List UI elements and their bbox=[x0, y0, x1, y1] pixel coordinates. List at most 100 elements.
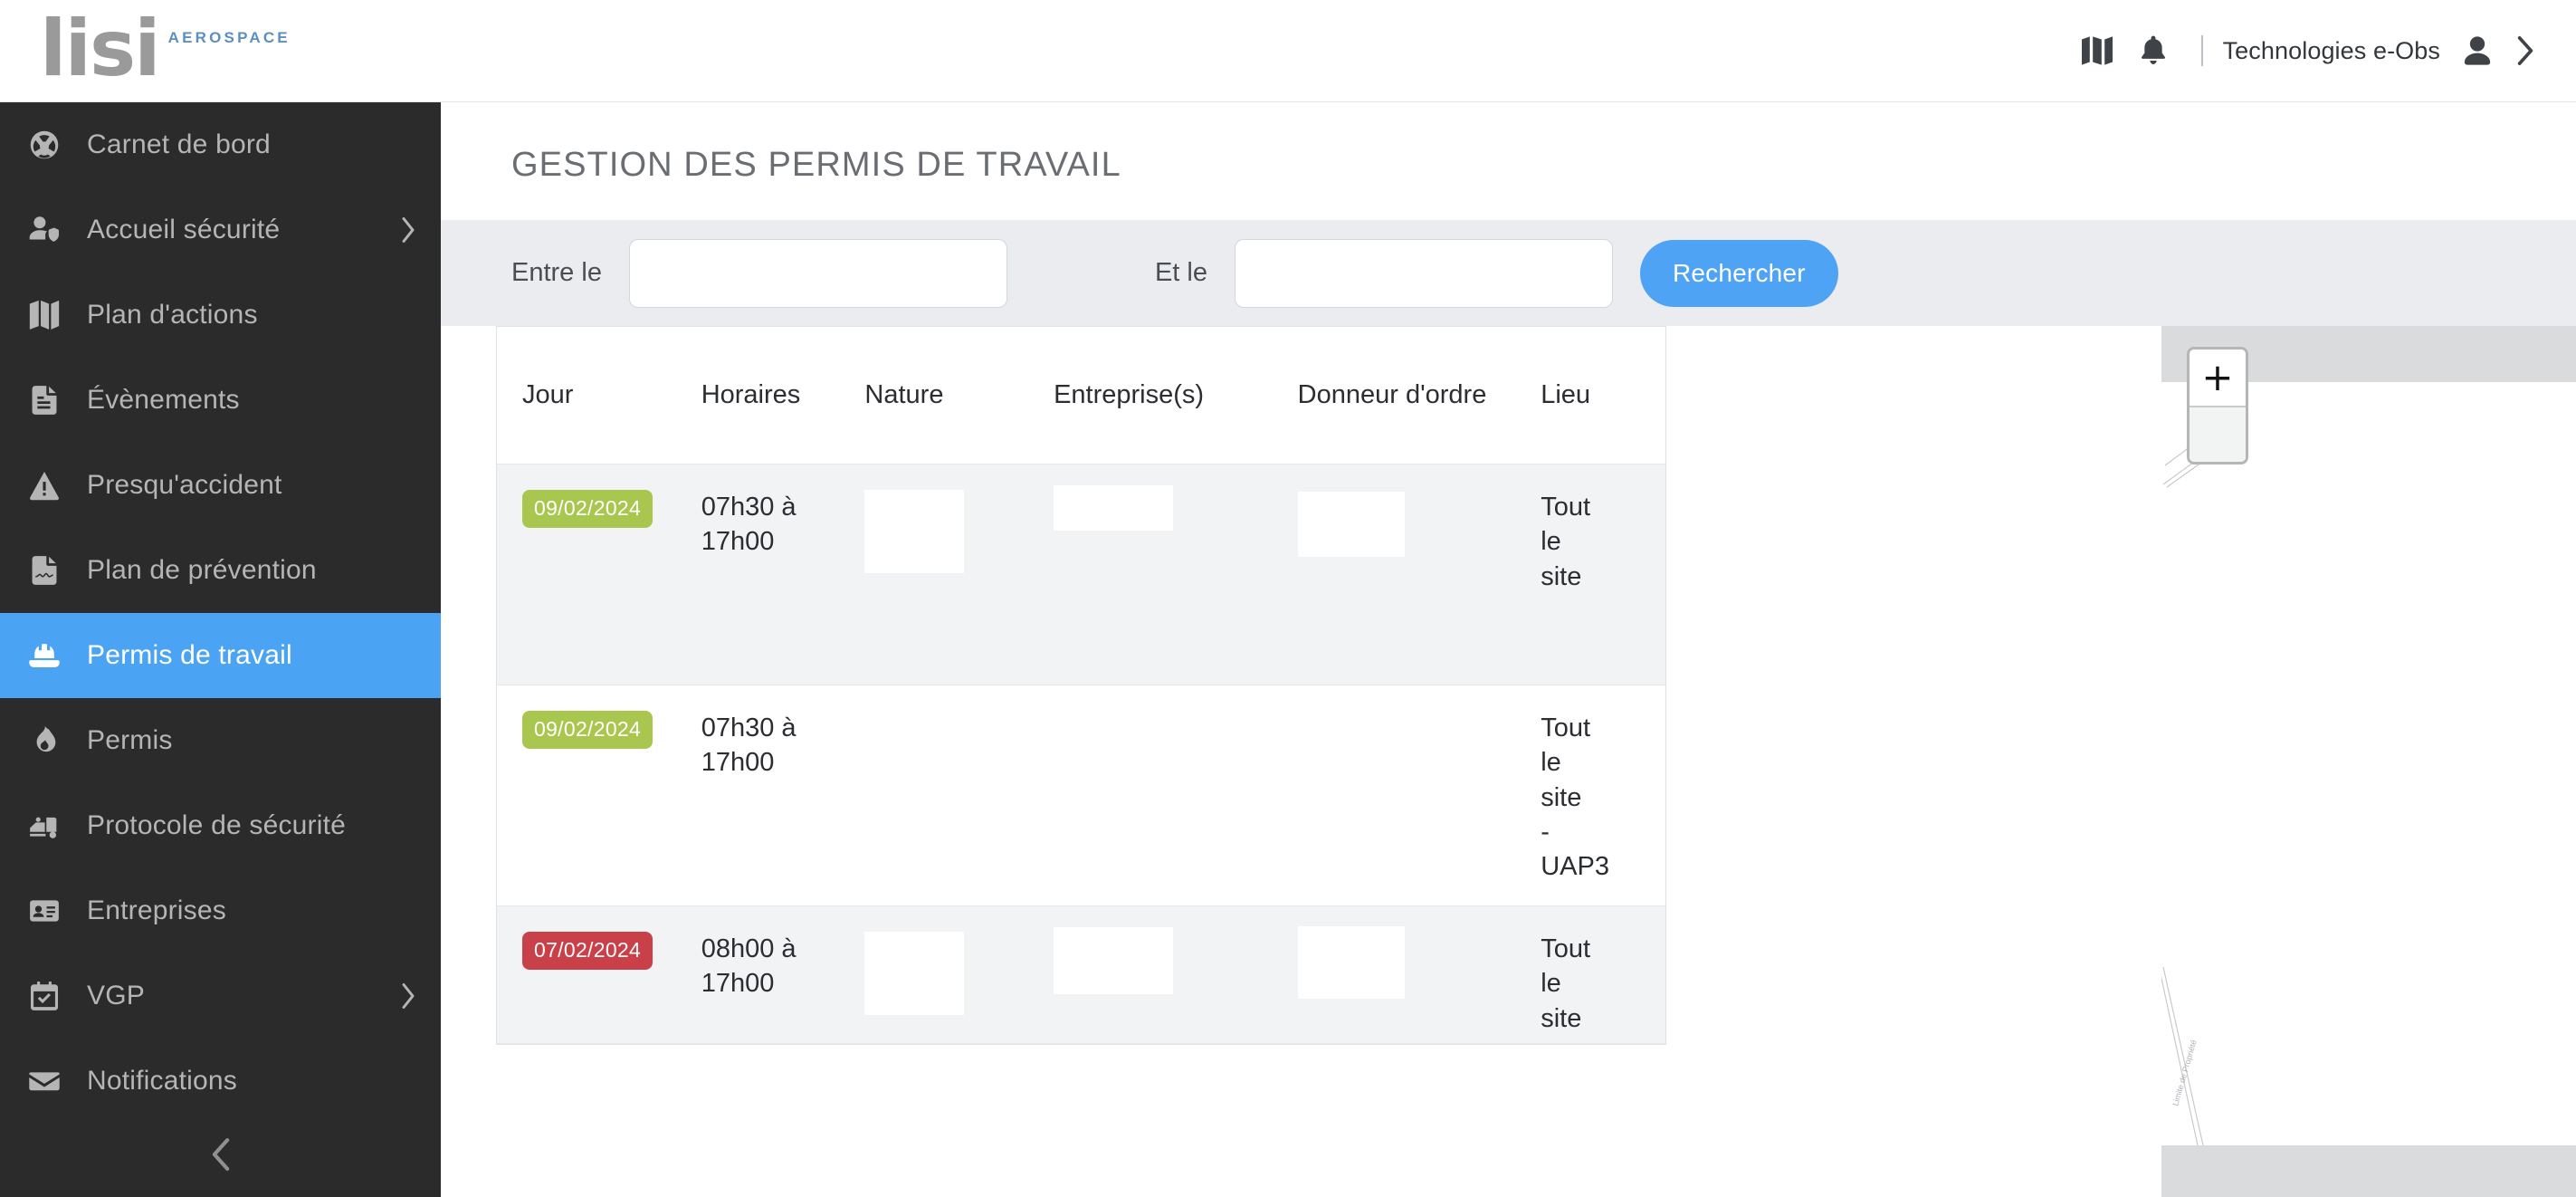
cell-nature bbox=[864, 932, 1054, 1015]
user-name: Technologies e-Obs bbox=[2222, 36, 2440, 64]
table-header-row: Jour Horaires Nature Entreprise(s) Donne… bbox=[497, 327, 1665, 464]
sidebar-item-label: Carnet de bord bbox=[87, 129, 271, 159]
cell-nature bbox=[864, 490, 1054, 573]
map-zoom-in-button[interactable]: + bbox=[2190, 350, 2246, 406]
page-title: GESTION DES PERMIS DE TRAVAIL bbox=[511, 146, 1121, 184]
map-icon bbox=[16, 290, 72, 340]
column-header-lieu: Lieu bbox=[1541, 379, 1591, 409]
svg-text:Limite de Propriété: Limite de Propriété bbox=[2171, 1039, 2198, 1106]
map-zoom-controls[interactable]: + bbox=[2187, 347, 2248, 464]
sidebar-item-label: Permis bbox=[87, 725, 173, 755]
top-header-bar: lisi AEROSPACE Technologies e-Obs bbox=[0, 0, 2576, 102]
brand-suffix: AEROSPACE bbox=[167, 29, 291, 46]
sidebar-navigation: Carnet de bord Accueil sécurité Plan d'ac… bbox=[0, 102, 441, 1197]
table-row[interactable]: 07/02/2024 08h00 à 17h00 Tout le site bbox=[497, 906, 1665, 1044]
document-icon bbox=[32, 386, 57, 415]
flame-icon bbox=[16, 715, 72, 766]
date-to-input[interactable] bbox=[1234, 238, 1613, 308]
sidebar-item-accueil-s-curit[interactable]: Accueil sécurité bbox=[0, 187, 441, 273]
sidebar-item-label: Notifications bbox=[87, 1066, 238, 1096]
column-header-horaires: Horaires bbox=[701, 379, 801, 409]
plus-icon: + bbox=[2201, 355, 2234, 399]
warning-icon bbox=[30, 471, 59, 501]
date-from-input[interactable] bbox=[628, 238, 1007, 308]
brand-logo[interactable]: lisi AEROSPACE bbox=[40, 5, 291, 96]
sidebar-item-label: Presqu'accident bbox=[87, 470, 282, 500]
redacted-value-block bbox=[1297, 926, 1405, 999]
cell-horaires: 08h00 à 17h00 bbox=[701, 934, 797, 999]
cell-horaires: 07h30 à 17h00 bbox=[701, 493, 797, 557]
sidebar-item-permis[interactable]: Permis bbox=[0, 698, 441, 783]
sidebar-item-carnet-de-bord[interactable]: Carnet de bord bbox=[0, 102, 441, 187]
cell-lieu: Tout le site bbox=[1541, 493, 1591, 591]
sidebar-collapse-button[interactable] bbox=[0, 1123, 441, 1186]
person-icon[interactable] bbox=[2453, 28, 2502, 73]
warning-icon bbox=[16, 460, 72, 511]
sidebar-submenu-chevron-right-icon[interactable] bbox=[399, 982, 417, 1010]
sidebar-item-entreprises[interactable]: Entreprises bbox=[0, 868, 441, 953]
sidebar-item-label: VGP bbox=[87, 981, 145, 1010]
site-map-panel[interactable]: Limite de Propriété + bbox=[2161, 326, 2576, 1197]
user-shield-icon bbox=[29, 216, 60, 242]
cell-jour: 09/02/2024 bbox=[497, 490, 701, 528]
cell-jour: 09/02/2024 bbox=[497, 711, 701, 749]
main-content-area: GESTION DES PERMIS DE TRAVAIL Entre le E… bbox=[441, 102, 2576, 1197]
table-row[interactable]: 09/02/2024 07h30 à 17h00 Tout le site bbox=[497, 464, 1665, 685]
sidebar-item-label: Évènements bbox=[87, 385, 240, 415]
map-canvas[interactable]: Limite de Propriété bbox=[2161, 382, 2576, 1145]
sidebar-item-label: Plan d'actions bbox=[87, 300, 258, 330]
map-icon bbox=[29, 300, 60, 330]
sidebar-item-presqu-accident[interactable]: Presqu'accident bbox=[0, 443, 441, 528]
table-row[interactable]: 09/02/2024 07h30 à 17h00 Tout le site - U… bbox=[497, 685, 1665, 906]
cell-lieu: Tout le site bbox=[1541, 934, 1591, 1033]
contract-icon bbox=[16, 545, 72, 596]
header-expand-chevron-right-icon[interactable] bbox=[2505, 28, 2545, 73]
calendar-check-icon bbox=[30, 982, 59, 1010]
calendar-check-icon bbox=[16, 971, 72, 1021]
sidebar-item-plan-de-pr-vention[interactable]: Plan de prévention bbox=[0, 528, 441, 613]
dashboard-icon bbox=[16, 120, 72, 170]
sidebar-item-permis-de-travail[interactable]: Permis de travail bbox=[0, 613, 441, 698]
permits-table: Jour Horaires Nature Entreprise(s) Donne… bbox=[496, 326, 1666, 1045]
map-icon[interactable] bbox=[2069, 24, 2125, 78]
search-button[interactable]: Rechercher bbox=[1639, 239, 1838, 307]
cell-jour: 07/02/2024 bbox=[497, 932, 701, 970]
truck-icon bbox=[16, 800, 72, 851]
sidebar-item-label: Protocole de sécurité bbox=[87, 810, 347, 840]
date-to-label: Et le bbox=[1154, 258, 1207, 287]
truck-icon bbox=[30, 817, 57, 838]
redacted-value-block bbox=[1297, 492, 1405, 557]
sidebar-item-label: Permis de travail bbox=[87, 640, 292, 670]
date-status-badge: 09/02/2024 bbox=[522, 490, 654, 528]
date-status-badge: 09/02/2024 bbox=[522, 711, 654, 749]
bell-icon[interactable] bbox=[2125, 24, 2181, 78]
map-zoom-out-button[interactable] bbox=[2190, 406, 2246, 462]
sidebar-item-plan-d-actions[interactable]: Plan d'actions bbox=[0, 273, 441, 358]
dashboard-icon bbox=[30, 130, 59, 159]
map-drawing: Limite de Propriété bbox=[2161, 436, 2208, 1145]
sidebar-submenu-chevron-right-icon[interactable] bbox=[399, 216, 417, 244]
flame-icon bbox=[36, 725, 56, 752]
redacted-value-block bbox=[864, 932, 965, 1015]
cell-horaires: 07h30 à 17h00 bbox=[701, 713, 797, 778]
redacted-value-block bbox=[1054, 927, 1174, 994]
redacted-value-block bbox=[1054, 485, 1174, 531]
sidebar-item-label: Accueil sécurité bbox=[87, 215, 281, 244]
sidebar-item-vgp[interactable]: VGP bbox=[0, 953, 441, 1039]
date-status-badge: 07/02/2024 bbox=[522, 932, 654, 970]
sidebar-item-label: Plan de prévention bbox=[87, 555, 317, 585]
column-header-donneur: Donneur d'ordre bbox=[1297, 379, 1487, 409]
helmet-icon bbox=[29, 644, 60, 668]
envelope-icon bbox=[29, 1072, 60, 1091]
sidebar-item-notifications[interactable]: Notifications bbox=[0, 1039, 441, 1124]
cell-donneur-dordre bbox=[1297, 490, 1541, 557]
filter-toolbar: Entre le Et le Rechercher bbox=[441, 220, 2576, 326]
sidebar-item-protocole-de-s-curit[interactable]: Protocole de sécurité bbox=[0, 783, 441, 868]
cell-entreprises bbox=[1054, 485, 1298, 531]
sidebar-item-label: Entreprises bbox=[87, 895, 226, 925]
sidebar-item-v-nements[interactable]: Évènements bbox=[0, 358, 441, 443]
id-card-icon bbox=[16, 886, 72, 936]
brand-name: lisi bbox=[40, 4, 161, 94]
cell-donneur-dordre bbox=[1297, 926, 1541, 999]
column-header-entreprises: Entreprise(s) bbox=[1054, 379, 1205, 409]
